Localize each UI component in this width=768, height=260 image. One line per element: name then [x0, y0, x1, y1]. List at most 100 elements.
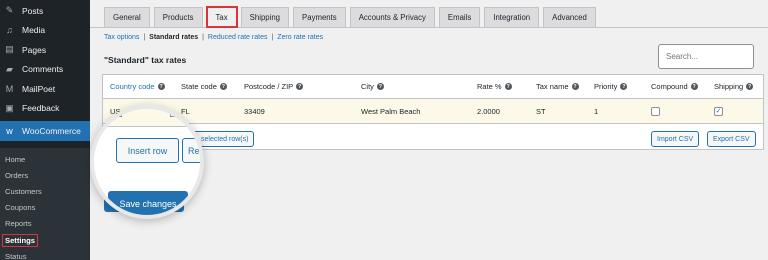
- sidebar-item-label: Posts: [22, 5, 44, 16]
- sidebar-item-posts[interactable]: ✎ Posts: [0, 1, 90, 21]
- submenu-item-settings[interactable]: Settings: [0, 232, 90, 248]
- settings-tabs: General Products Tax Shipping Payments Accoun…: [104, 6, 600, 28]
- tab-shipping[interactable]: Shipping: [240, 7, 290, 27]
- submenu-item-home[interactable]: Home: [0, 151, 90, 167]
- cell-city[interactable]: West Palm Beach: [361, 99, 420, 123]
- feedback-icon: ▣: [5, 102, 14, 113]
- copy-icon: [170, 110, 176, 117]
- submenu-item-coupons[interactable]: Coupons: [0, 200, 90, 216]
- comments-icon: ▰: [6, 63, 13, 74]
- magnifier-lens: US Insert row Re Save changes: [90, 105, 204, 219]
- pin-icon: ✎: [5, 5, 14, 16]
- column-header-label: City: [361, 82, 374, 91]
- mailpoet-icon: M: [5, 83, 14, 94]
- table-row[interactable]: US FL 33409 West Palm Beach 2.0000 ST 1 …: [103, 99, 763, 124]
- woocommerce-submenu: Home Orders Customers Coupons Reports Setting…: [0, 148, 90, 260]
- cell-postcode[interactable]: 33409: [244, 99, 265, 123]
- column-header-city: City?: [361, 75, 384, 98]
- cell-rate[interactable]: 2.0000: [477, 99, 500, 123]
- column-header-shipping: Shipping?: [714, 75, 754, 98]
- import-csv-button[interactable]: Import CSV: [651, 131, 700, 147]
- remove-selected-label: selected row(s): [201, 135, 249, 143]
- sidebar-item-woocommerce[interactable]: w WooCommerce: [0, 121, 96, 141]
- cell-shipping[interactable]: ✓: [714, 99, 723, 123]
- help-icon[interactable]: ?: [376, 83, 384, 90]
- help-icon[interactable]: ?: [620, 83, 628, 90]
- tab-advanced[interactable]: Advanced: [543, 7, 596, 27]
- subnav-standard-rates[interactable]: Standard rates: [149, 34, 198, 41]
- help-icon[interactable]: ?: [157, 83, 165, 90]
- column-header-label: Priority: [594, 82, 618, 91]
- compound-checkbox[interactable]: [651, 106, 660, 116]
- column-header-country-code[interactable]: Country code?: [110, 75, 165, 98]
- submenu-item-reports[interactable]: Reports: [0, 216, 90, 232]
- cell-priority[interactable]: 1: [594, 99, 598, 123]
- submenu-item-status[interactable]: Status: [0, 248, 90, 260]
- subnav-zero-rates[interactable]: Zero rate rates: [277, 34, 323, 41]
- submenu-item-customers[interactable]: Customers: [0, 183, 90, 199]
- lens-country-cell: US: [112, 110, 123, 119]
- help-icon[interactable]: ?: [504, 83, 512, 90]
- tab-tax[interactable]: Tax: [205, 6, 238, 28]
- tab-emails[interactable]: Emails: [438, 7, 481, 27]
- lens-row-background: [94, 109, 200, 127]
- sidebar-item-label: MailPoet: [22, 83, 56, 94]
- subnav-separator: |: [143, 34, 146, 41]
- column-header-label: Shipping: [714, 82, 744, 91]
- column-header-label: Country code: [110, 82, 155, 91]
- tab-products[interactable]: Products: [153, 7, 203, 27]
- export-csv-button[interactable]: Export CSV: [707, 131, 756, 147]
- subnav-reduced-rates[interactable]: Reduced rate rates: [208, 34, 268, 41]
- submenu-item-label: Settings: [2, 233, 38, 247]
- tax-subnav: Tax options | Standard rates | Reduced r…: [104, 34, 323, 41]
- tab-integration[interactable]: Integration: [484, 7, 540, 27]
- cell-compound[interactable]: [651, 99, 660, 123]
- lens-save-changes-button[interactable]: Save changes: [108, 191, 188, 215]
- sidebar-item-label: Comments: [22, 64, 64, 75]
- submenu-item-label: Reports: [5, 219, 32, 229]
- column-header-priority: Priority?: [594, 75, 628, 98]
- admin-sidebar: ✎ Posts ♫ Media ▤ Pages ▰ Comments M MailPoet ▣ Fee…: [0, 0, 96, 260]
- tab-divider: [90, 27, 768, 28]
- tab-general[interactable]: General: [104, 7, 150, 27]
- sidebar-item-comments[interactable]: ▰ Comments: [0, 60, 90, 80]
- table-header: Country code? State code? Postcode / ZIP? C…: [103, 75, 763, 99]
- column-header-label: Postcode / ZIP: [244, 82, 294, 91]
- sidebar-item-label: Pages: [22, 44, 47, 55]
- help-icon[interactable]: ?: [219, 83, 227, 90]
- help-icon[interactable]: ?: [690, 83, 698, 90]
- column-header-state-code: State code?: [181, 75, 227, 98]
- help-icon[interactable]: ?: [571, 83, 579, 90]
- help-icon[interactable]: ?: [746, 83, 754, 90]
- sidebar-item-media[interactable]: ♫ Media: [0, 21, 90, 41]
- media-icon: ♫: [6, 25, 13, 36]
- subnav-separator: |: [271, 34, 274, 41]
- column-header-label: Compound: [651, 82, 688, 91]
- pages-icon: ▤: [5, 44, 14, 55]
- sidebar-item-pages[interactable]: ▤ Pages: [0, 40, 90, 60]
- search-input[interactable]: [658, 44, 754, 69]
- submenu-item-label: Coupons: [5, 203, 36, 213]
- tab-accounts-privacy[interactable]: Accounts & Privacy: [349, 7, 435, 27]
- column-header-rate-: Rate %?: [477, 75, 512, 98]
- insert-row-button[interactable]: Insert row: [116, 138, 179, 163]
- help-icon[interactable]: ?: [296, 83, 304, 90]
- subnav-separator: |: [202, 34, 204, 41]
- shipping-checkbox[interactable]: ✓: [714, 106, 723, 116]
- column-header-compound: Compound?: [651, 75, 698, 98]
- column-header-label: Tax name: [536, 82, 569, 91]
- sidebar-item-mailpoet[interactable]: M MailPoet: [0, 79, 90, 99]
- section-title: "Standard" tax rates: [104, 55, 187, 65]
- sidebar-item-label: Feedback: [22, 103, 60, 114]
- sidebar-item-feedback[interactable]: ▣ Feedback: [0, 99, 90, 119]
- sidebar-item-label: Media: [22, 25, 46, 36]
- column-header-label: Rate %: [477, 82, 502, 91]
- submenu-item-label: Customers: [5, 186, 42, 196]
- submenu-item-label: Orders: [5, 170, 29, 180]
- tab-payments[interactable]: Payments: [293, 7, 346, 27]
- column-header-label: State code: [181, 82, 217, 91]
- cell-tax-name[interactable]: ST: [536, 99, 546, 123]
- woocommerce-icon: w: [6, 126, 13, 136]
- submenu-item-orders[interactable]: Orders: [0, 167, 90, 183]
- subnav-tax-options[interactable]: Tax options: [104, 34, 139, 41]
